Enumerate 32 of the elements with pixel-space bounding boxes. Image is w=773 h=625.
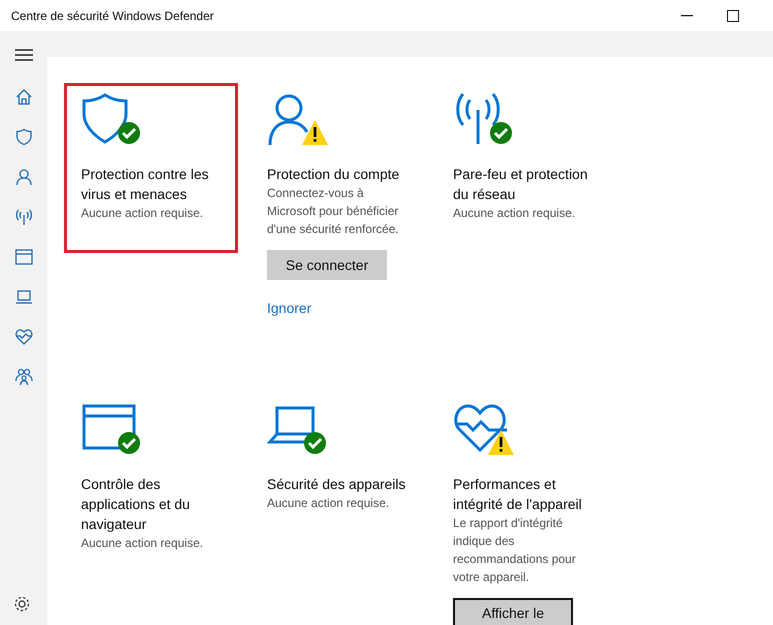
tile-description: Aucune action requise. — [453, 205, 576, 222]
action-button[interactable]: Se connecter — [267, 250, 387, 280]
antenna-icon[interactable] — [14, 208, 32, 226]
minimize-icon[interactable] — [681, 14, 693, 16]
dismiss-link[interactable]: Ignorer — [267, 300, 312, 316]
window-title: Centre de sécurité Windows Defender — [10, 8, 214, 22]
window-icon[interactable] — [14, 248, 32, 266]
tile-title[interactable]: Pare-feu et protection du réseau — [453, 164, 593, 204]
tile-title[interactable]: Protection contre les virus et menaces — [81, 164, 221, 204]
shield-icon — [81, 92, 143, 146]
heart-pulse-icon — [453, 402, 515, 456]
tile-description: Aucune action requise. — [81, 205, 204, 222]
family-icon[interactable] — [14, 368, 32, 386]
tile-title[interactable]: Sécurité des appareils — [267, 474, 406, 494]
person-icon[interactable] — [14, 168, 32, 186]
tile-title[interactable]: Performances et intégrité de l'appareil — [453, 474, 593, 514]
action-button[interactable]: Afficher le — [453, 598, 573, 625]
window-icon — [81, 402, 143, 456]
menu-icon[interactable] — [14, 49, 32, 61]
tile-description: Aucune action requise. — [81, 535, 204, 552]
heart-pulse-icon[interactable] — [14, 328, 32, 346]
home-icon[interactable] — [14, 88, 32, 106]
tile-title[interactable]: Protection du compte — [267, 164, 400, 184]
settings-icon[interactable] — [13, 595, 31, 613]
maximize-icon[interactable] — [727, 10, 739, 22]
laptop-icon[interactable] — [14, 288, 32, 306]
tile-title[interactable]: Contrôle des applications et du navigateur — [81, 474, 221, 534]
tile-description: Le rapport d'intégrité indique des recommandations pour votre appareil. — [453, 515, 577, 586]
shield-icon[interactable] — [14, 128, 32, 146]
tile-description: Connectez-vous à Microsoft pour bénéficier d'une sécurité renforcée. — [267, 185, 400, 238]
tile-description: Aucune action requise. — [267, 495, 390, 512]
person-icon — [267, 92, 329, 146]
